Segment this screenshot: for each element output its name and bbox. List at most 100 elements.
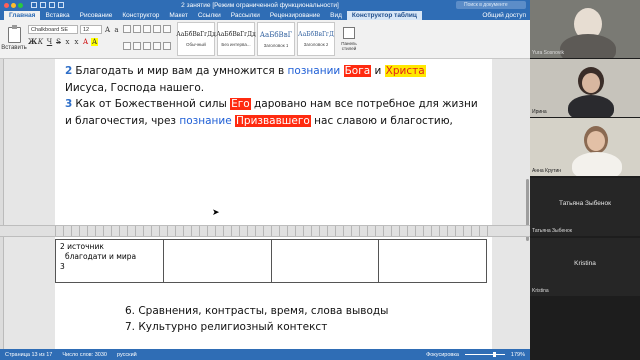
participant-display-name: Татьяна Зыбенок	[559, 200, 611, 207]
list-item: 6. Сравнения, контрасты, время, слова вы…	[125, 305, 389, 317]
style-heading-2[interactable]: АаБбВвГгД Заголовок 2	[297, 22, 335, 56]
align-right-icon[interactable]	[143, 41, 151, 50]
participant-tile[interactable]: Yura Sosnovik	[530, 0, 640, 58]
document-title: 2 занятие [Режим ограниченной функционал…	[181, 1, 339, 9]
undo-icon[interactable]	[49, 2, 55, 8]
focus-mode-button[interactable]: Фокусировка	[426, 352, 459, 358]
participant-tile[interactable]: Ирина	[530, 59, 640, 117]
list-item: 7. Культурно религиозный контекст	[125, 321, 328, 333]
keyword: познании	[287, 65, 341, 77]
decrease-indent-icon[interactable]	[153, 25, 161, 33]
title-bar: 2 занятие [Режим ограниченной функционал…	[0, 0, 530, 10]
participant-name: Ирина	[532, 109, 547, 115]
participant-display-name: Kristina	[574, 260, 596, 267]
vertical-ruler	[0, 59, 4, 349]
clipboard-icon	[7, 25, 21, 43]
verse-3: 3 Как от Божественной силы Его даровано н…	[65, 98, 478, 127]
verse-number: 2	[65, 65, 73, 77]
participant-name: Kristina	[532, 288, 549, 294]
bold-icon[interactable]: Ж	[28, 37, 37, 46]
multilevel-list-icon[interactable]	[143, 25, 151, 33]
font-color-icon[interactable]: A	[82, 38, 89, 46]
maximize-window-button[interactable]	[18, 2, 23, 8]
bullets-icon[interactable]	[123, 25, 131, 33]
minimize-window-button[interactable]	[11, 2, 16, 8]
horizontal-ruler	[55, 226, 492, 236]
justify-icon[interactable]	[153, 41, 161, 50]
participant-tile[interactable]: Татьяна Зыбенок Татьяна Зыбенок	[530, 178, 640, 236]
strikethrough-icon[interactable]: S	[55, 38, 62, 46]
page-count[interactable]: Страница 13 из 17	[5, 352, 52, 358]
tab-references[interactable]: Ссылки	[193, 11, 226, 20]
tab-table-design[interactable]: Конструктор таблиц	[346, 10, 422, 20]
numbering-icon[interactable]	[133, 25, 141, 33]
align-left-icon[interactable]	[123, 41, 131, 50]
document-table[interactable]: 2 источник благодати и мира 3	[55, 239, 487, 283]
word-window: 2 занятие [Режим ограниченной функционал…	[0, 0, 530, 360]
highlighted-word: Его	[230, 98, 251, 110]
tab-home[interactable]: Главная	[4, 10, 41, 20]
document-page[interactable]: 2 Благодать и мир вам да умножится в позн…	[55, 59, 492, 225]
tab-draw[interactable]: Рисование	[75, 11, 118, 20]
paste-button[interactable]: Вставить	[1, 22, 27, 56]
participant-name: Yura Sosnovik	[532, 50, 564, 56]
search-input[interactable]: Поиск в документе	[456, 1, 526, 9]
numbered-list: 6. Сравнения, контрасты, время, слова вы…	[125, 303, 388, 335]
grow-font-icon[interactable]: A	[104, 26, 111, 34]
close-window-button[interactable]	[4, 2, 9, 8]
word-count[interactable]: Число слов: 3030	[62, 352, 107, 358]
share-button[interactable]: Общий доступ	[482, 12, 530, 19]
mouse-cursor-icon: ➤	[212, 207, 220, 217]
zoom-slider[interactable]	[464, 352, 505, 357]
style-normal[interactable]: АаБбВвГгДд Обычный	[176, 22, 216, 56]
styles-pane-icon	[343, 27, 355, 39]
status-bar: Страница 13 из 17 Число слов: 3030 русск…	[0, 349, 530, 360]
shrink-font-icon[interactable]: a	[113, 26, 120, 34]
align-center-icon[interactable]	[133, 41, 141, 50]
font-group: Chalkboard SE 12 A a Ж К Ч S x x A A	[28, 22, 120, 56]
participant-tile[interactable]: Анна Крутин	[530, 118, 640, 176]
save-icon[interactable]	[40, 2, 46, 8]
font-size-select[interactable]: 12	[80, 25, 102, 34]
table-cell[interactable]	[270, 239, 380, 283]
italic-icon[interactable]: К	[37, 38, 44, 46]
ribbon-tab-bar: Главная Вставка Рисование Конструктор Ма…	[0, 10, 530, 20]
tab-insert[interactable]: Вставка	[40, 11, 74, 20]
tab-view[interactable]: Вид	[325, 11, 347, 20]
zoom-level: 179%	[510, 351, 525, 358]
paragraph-group	[123, 22, 172, 56]
table-cell[interactable]	[378, 239, 487, 283]
redo-icon[interactable]	[58, 2, 64, 8]
document-page-2[interactable]: 2 источник благодати и мира 3 6. Сравнен…	[55, 237, 492, 349]
highlighted-word: Бога	[343, 65, 372, 77]
font-name-select[interactable]: Chalkboard SE	[28, 25, 78, 34]
video-participants-panel: Yura Sosnovik Ирина Анна Крутин Татьяна …	[530, 0, 640, 360]
tab-layout[interactable]: Макет	[164, 11, 192, 20]
highlighted-word: Призвавшего	[235, 114, 311, 127]
document-canvas[interactable]: 2 Благодать и мир вам да умножится в позн…	[0, 59, 530, 349]
table-cell[interactable]	[162, 239, 272, 283]
highlighted-word: Христа	[384, 65, 426, 77]
table-cell[interactable]: 2 источник благодати и мира 3	[55, 239, 164, 283]
line-spacing-icon[interactable]	[163, 41, 171, 50]
page-break	[0, 225, 530, 237]
keyword: познание	[179, 114, 232, 127]
subscript-icon[interactable]: x	[64, 38, 71, 46]
quick-access-toolbar	[31, 2, 64, 8]
highlight-icon[interactable]: A	[91, 37, 98, 46]
verse-2: 2 Благодать и мир вам да умножится в позн…	[65, 65, 426, 94]
tab-review[interactable]: Рецензирование	[265, 11, 325, 20]
underline-icon[interactable]: Ч	[46, 38, 53, 46]
participant-name: Анна Крутин	[532, 168, 562, 174]
superscript-icon[interactable]: x	[73, 38, 80, 46]
styles-pane-button[interactable]: Панель стилей	[338, 22, 360, 56]
language[interactable]: русский	[117, 352, 137, 358]
tab-design[interactable]: Конструктор	[117, 11, 164, 20]
increase-indent-icon[interactable]	[163, 25, 171, 33]
home-icon[interactable]	[31, 2, 37, 8]
tab-mailings[interactable]: Рассылки	[226, 11, 265, 20]
participant-tile[interactable]: Kristina Kristina	[530, 238, 640, 296]
style-no-spacing[interactable]: АаБбВвГгДд Без интерва...	[216, 22, 256, 56]
style-heading-1[interactable]: АаБбВвГ Заголовок 1	[257, 22, 295, 56]
paste-label: Вставить	[1, 45, 27, 51]
